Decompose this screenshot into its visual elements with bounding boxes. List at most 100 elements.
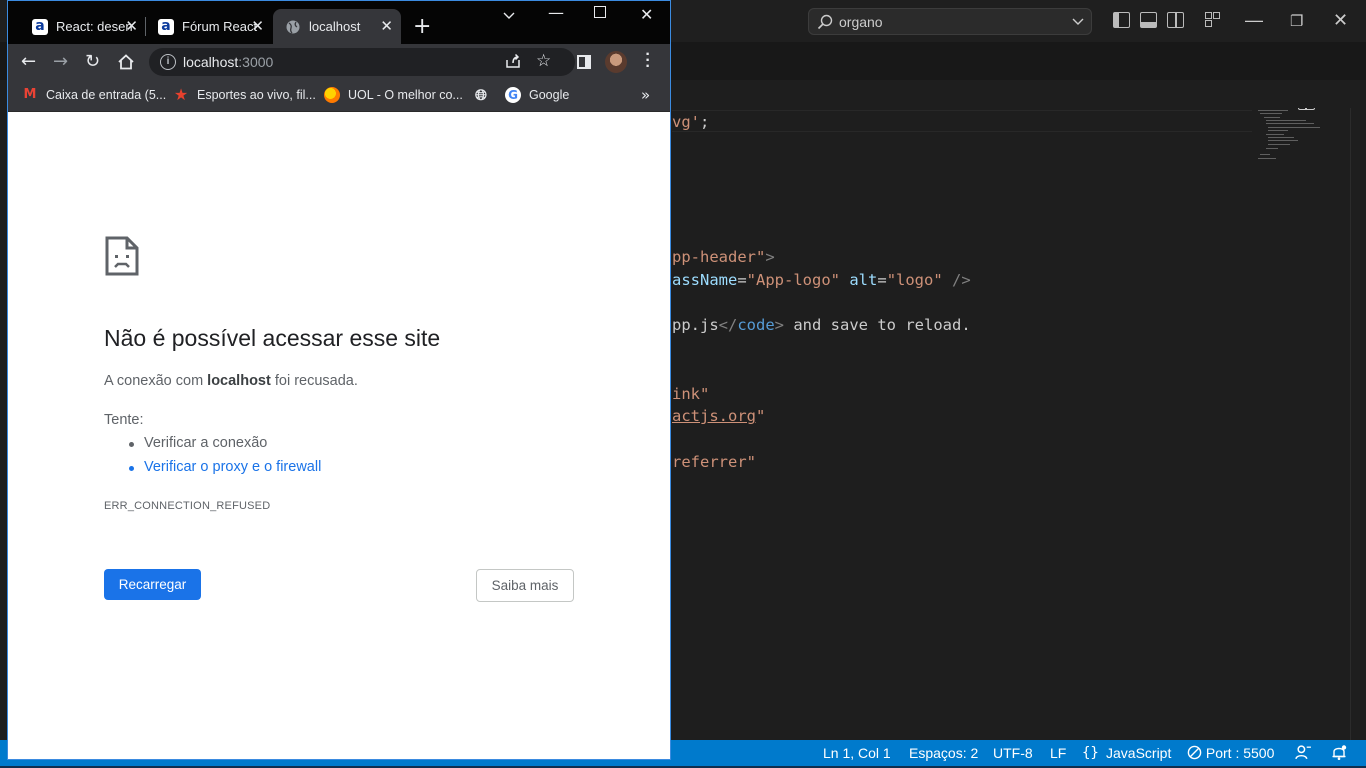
gmail-icon: M [23,87,37,102]
notifications-bell-icon[interactable] [1331,744,1347,761]
forward-arrow-icon[interactable]: → [53,52,68,72]
cursor-position[interactable]: Ln 1, Col 1 [823,745,891,761]
google-icon: G [505,87,521,103]
details-button[interactable]: Saiba mais [476,569,574,602]
code-token: alt [849,271,878,289]
encoding-setting[interactable]: UTF-8 [993,745,1033,761]
code-token: pp-header" [672,248,766,266]
url-text[interactable]: localhost:3000 [183,54,273,70]
code-line: ink" [672,385,709,403]
bookmarks-bar: M Caixa de entrada (5... ★ Esportes ao v… [8,80,670,112]
code-token: code [737,316,775,334]
more-bookmarks-icon[interactable]: » [641,86,650,104]
code-line: vg'; [672,113,709,131]
bookmark-label: Google [529,88,570,102]
chevron-down-icon[interactable] [1071,13,1085,29]
toggle-panel-icon[interactable] [1140,12,1157,28]
command-center-label: organo [839,13,883,30]
back-arrow-icon[interactable]: ← [21,52,36,72]
tab-close-icon[interactable]: ✕ [251,17,264,35]
error-page: Não é possível acessar esse site A conex… [8,112,670,759]
bookmark-gmail[interactable]: M Caixa de entrada (5... [22,87,167,103]
toggle-secondary-sidebar-icon[interactable] [1167,12,1184,28]
address-bar[interactable]: i localhost:3000 ☆ [149,48,575,76]
eol-setting[interactable]: LF [1050,745,1066,761]
close-icon[interactable]: ✕ [1333,10,1348,31]
bookmark-globe[interactable]: 🌐︎ [473,87,497,103]
chrome-window: a React: desen ✕ a Fórum React ✕ localho… [7,0,671,760]
code-line: pp-header"> [672,248,775,266]
home-icon[interactable] [117,53,135,71]
tab-title: localhost [309,19,361,34]
code-token: pp.js [672,316,719,334]
code-line: assName="App-logo" alt="logo" /> [672,271,971,289]
code-token: > [765,248,775,266]
bookmark-star-icon[interactable]: ☆ [536,51,551,71]
code-token: </ [718,316,738,334]
code-token: actjs.org [672,407,756,425]
bookmark-esportes[interactable]: ★ Esportes ao vivo, fil... [173,87,316,103]
minimize-icon[interactable]: — [1245,10,1263,31]
kebab-menu-icon[interactable]: · · · [645,47,651,75]
bookmark-label: Esportes ao vivo, fil... [197,88,316,102]
code-line: actjs.org" [672,407,765,425]
uol-icon [324,87,340,103]
search-icon [817,14,833,29]
live-server-status[interactable]: Port : 5500 [1187,745,1274,761]
code-token: "logo" [886,271,943,289]
code-token: /> [942,271,971,289]
url-host: localhost [183,54,239,70]
code-token: " [756,407,766,425]
tab-title: React: desen [56,19,133,34]
command-center[interactable]: organo [808,8,1092,35]
code-line: referrer" [672,453,756,471]
prohibited-icon [1187,745,1202,760]
code-line: pp.js</code> and save to reload. [672,316,971,334]
alura-icon: a [32,18,48,35]
bookmark-label: UOL - O melhor co... [348,88,463,102]
braces-icon: {} [1082,745,1099,761]
port-label: Port : 5500 [1205,745,1275,761]
feedback-icon[interactable] [1295,744,1312,761]
code-token: "App-logo" [746,271,840,289]
side-panel-icon[interactable] [577,55,591,69]
tab-localhost[interactable]: localhost ✕ [273,9,401,44]
restore-icon[interactable]: ❐ [1290,12,1303,30]
share-icon[interactable] [504,52,522,70]
toggle-primary-sidebar-icon[interactable] [1113,12,1130,28]
error-host: localhost [207,373,271,389]
list-item: Verificar a conexão [128,435,321,459]
tab-react-desenvolvendo[interactable]: a React: desen ✕ [20,9,146,44]
new-tab-button[interactable]: + [413,14,431,39]
try-label: Tente: [104,412,144,428]
proxy-firewall-link[interactable]: Verificar o proxy e o firewall [128,459,321,483]
tab-strip: a React: desen ✕ a Fórum React ✕ localho… [8,1,670,44]
indentation-setting[interactable]: Espaços: 2 [909,745,978,761]
tab-search-icon[interactable] [502,9,516,23]
close-icon[interactable]: ✕ [640,5,653,24]
avatar[interactable] [605,51,627,73]
site-info-icon[interactable]: i [160,54,176,70]
tab-close-icon[interactable]: ✕ [125,17,138,35]
code-token: = [877,271,887,289]
url-port: :3000 [238,54,274,70]
bookmark-google[interactable]: G Google [505,87,569,103]
editor-scrollbar[interactable] [1350,108,1366,740]
code-token: referrer" [672,453,756,471]
code-token: and save to reload. [784,316,971,334]
bookmark-uol[interactable]: UOL - O melhor co... [324,87,463,103]
sad-page-icon [105,236,139,276]
error-description-text: foi recusada. [270,373,358,389]
tab-close-icon[interactable]: ✕ [380,17,393,35]
customize-layout-icon[interactable] [1205,12,1221,28]
suggestions-list: Verificar a conexão Verificar o proxy e … [128,435,321,483]
maximize-icon[interactable] [594,6,606,18]
minimize-icon[interactable]: — [548,3,564,22]
globe-icon: 🌐︎ [474,86,487,104]
minimap[interactable] [1256,108,1336,168]
language-mode[interactable]: JavaScript [1106,745,1171,761]
reload-icon[interactable]: ↻ [85,52,100,72]
reload-button[interactable]: Recarregar [104,569,201,600]
tab-forum-react[interactable]: a Fórum React ✕ [146,9,272,44]
